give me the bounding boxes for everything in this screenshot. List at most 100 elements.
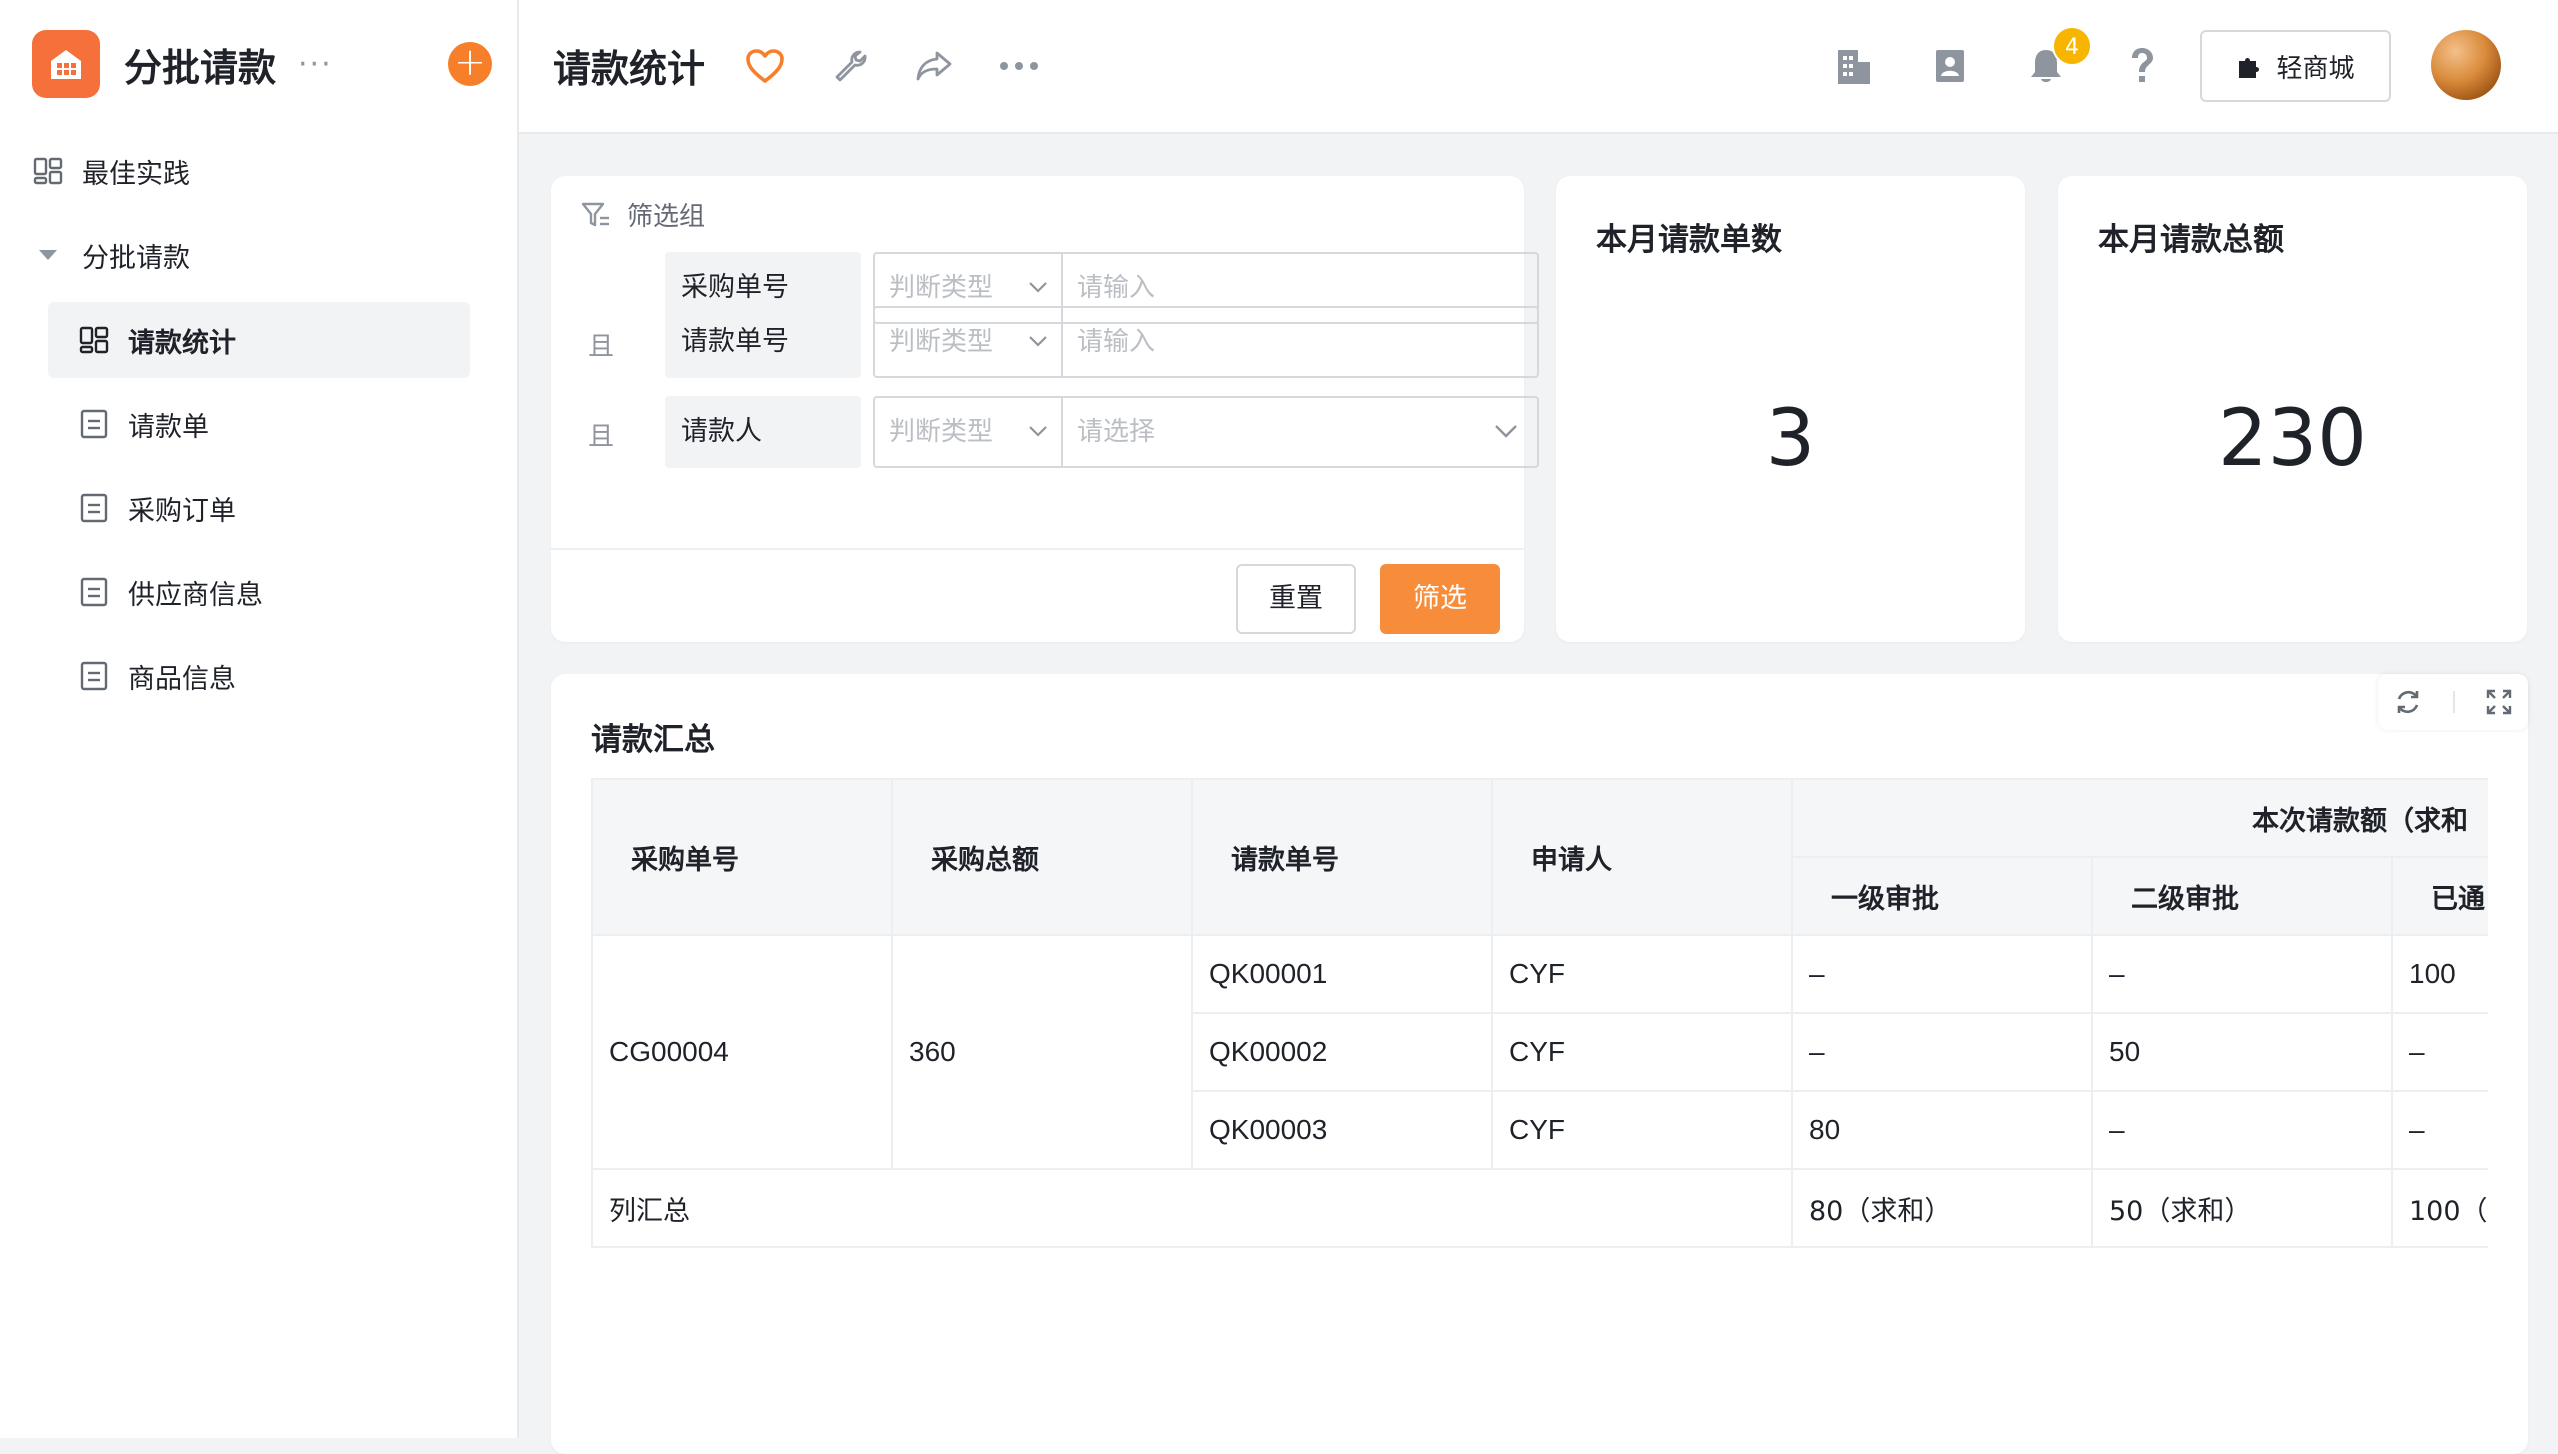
judge-type-select[interactable]: 判断类型: [873, 396, 1063, 468]
stat-value: 230: [2218, 394, 2367, 484]
stat-card-monthly-count: 本月请款单数 3: [1556, 176, 2025, 642]
cell-level2: –: [2091, 1090, 2393, 1170]
cell-passed: 100: [2390, 934, 2488, 1014]
form-icon: [78, 408, 110, 440]
filter-conj: 且: [587, 332, 614, 362]
cell-passed: –: [2390, 1012, 2488, 1092]
contacts-icon[interactable]: [1928, 44, 1972, 88]
col-header-passed[interactable]: 已通: [2390, 856, 2488, 936]
filter-divider: [551, 548, 1524, 550]
table-row: CG00004 360 QK00001 CYF – – 100: [591, 934, 2488, 1170]
chevron-down-icon: [1029, 426, 1047, 437]
summary-table: 采购单号 采购总额 请款单号 申请人 本次请款额（求和 一级审批 二级审批 已通…: [591, 778, 2488, 1248]
summary-card: 请款汇总 采购单号 采购总额 请款单号 申请人 本次请款额（求和 一级审批 二级…: [551, 674, 2528, 1454]
stat-title: 本月请款单数: [1596, 222, 1782, 258]
light-mall-label: 轻商城: [2276, 53, 2355, 84]
app-header: 分批请款 ··· +: [32, 28, 492, 100]
form-icon: [78, 576, 110, 608]
stat-title: 本月请款总额: [2098, 222, 2284, 258]
cell-req-no: QK00003: [1191, 1090, 1493, 1170]
sidebar-item-purchase-order[interactable]: 采购订单: [78, 470, 470, 546]
filter-field: 请款人: [665, 396, 861, 468]
sidebar-item-label: 最佳实践: [82, 158, 190, 190]
sidebar-group-batch-request[interactable]: 分批请款: [32, 217, 472, 293]
chevron-down-icon: [1029, 282, 1047, 293]
sidebar-item-best-practice[interactable]: 最佳实践: [32, 133, 472, 209]
caret-down-icon: [32, 239, 64, 271]
cell-req-no: QK00002: [1191, 1012, 1493, 1092]
filter-value-select[interactable]: 请选择: [1061, 396, 1539, 468]
reset-button[interactable]: 重置: [1236, 564, 1356, 634]
more-icon[interactable]: [997, 44, 1041, 88]
form-icon: [78, 492, 110, 524]
filter-row: 且 请款单号 判断类型 请输入: [581, 306, 1539, 378]
user-avatar[interactable]: [2431, 30, 2501, 100]
app-name: 分批请款: [124, 45, 277, 90]
cell-po-total: 360: [891, 934, 1193, 1170]
cell-po-no: CG00004: [591, 934, 893, 1170]
sidebar-item-label: 分批请款: [82, 242, 190, 274]
refresh-icon[interactable]: [2393, 687, 2423, 717]
card-toolbar: [2378, 674, 2528, 730]
sidebar-item-product-info[interactable]: 商品信息: [78, 638, 470, 714]
col-header-applicant[interactable]: 申请人: [1491, 778, 1793, 936]
summary-table-wrap: 采购单号 采购总额 请款单号 申请人 本次请款额（求和 一级审批 二级审批 已通…: [591, 778, 2488, 1254]
filter-value-input[interactable]: 请输入: [1061, 306, 1539, 378]
building-icon[interactable]: [1832, 44, 1876, 88]
fullscreen-icon[interactable]: [2485, 688, 2513, 716]
cell-applicant: CYF: [1491, 934, 1793, 1014]
add-icon[interactable]: +: [448, 42, 492, 86]
col-header-level2[interactable]: 二级审批: [2091, 856, 2393, 936]
favorite-heart-icon[interactable]: [743, 44, 787, 88]
top-bar: 请款统计 4 轻商城: [519, 0, 2558, 134]
notification-badge: 4: [2052, 26, 2092, 66]
col-header-group[interactable]: 本次请款额（求和: [1790, 778, 2488, 858]
dashboard-icon: [32, 155, 64, 187]
filter-card: 筛选组 采购单号 判断类型 请输入 且 请款单号 判断类型 请输入 且 请款人 …: [551, 176, 1539, 642]
app-logo-icon[interactable]: [32, 30, 100, 98]
filter-group-label: 筛选组: [581, 196, 705, 233]
filter-field: 请款单号: [665, 306, 861, 378]
stat-value: 3: [1765, 394, 1816, 484]
cell-level2: 50: [2091, 1012, 2393, 1092]
toolbar-separator: [2453, 691, 2455, 713]
cell-total-level2: 50（求和）: [2091, 1168, 2393, 1248]
col-header-po-total[interactable]: 采购总额: [891, 778, 1193, 936]
cell-total-level1: 80（求和）: [1791, 1168, 2093, 1248]
sidebar-item-label: 供应商信息: [128, 579, 263, 611]
cell-applicant: CYF: [1491, 1012, 1793, 1092]
dashboard-icon: [78, 324, 110, 356]
share-icon[interactable]: [912, 44, 956, 88]
help-icon[interactable]: [2120, 44, 2164, 88]
col-header-po-no[interactable]: 采购单号: [591, 778, 893, 936]
form-icon: [78, 660, 110, 692]
page-title: 请款统计: [553, 47, 706, 91]
cell-level2: –: [2091, 934, 2393, 1014]
sidebar-item-label: 请款单: [128, 411, 209, 443]
sidebar-item-request-stats[interactable]: 请款统计: [48, 302, 470, 378]
chevron-down-icon: [1029, 336, 1047, 347]
cell-total-label: 列汇总: [591, 1168, 1793, 1248]
puzzle-icon: [2236, 52, 2264, 80]
cell-applicant: CYF: [1491, 1090, 1793, 1170]
cell-level1: –: [1791, 1012, 2093, 1092]
filter-icon: [581, 202, 609, 226]
col-header-level1[interactable]: 一级审批: [1791, 856, 2093, 936]
filter-row: 且 请款人 判断类型 请选择: [581, 396, 1539, 468]
sidebar-item-request-form[interactable]: 请款单: [78, 386, 470, 462]
sidebar-item-supplier-info[interactable]: 供应商信息: [78, 554, 470, 630]
filter-conj: 且: [587, 422, 614, 452]
wrench-icon[interactable]: [828, 44, 872, 88]
judge-type-select[interactable]: 判断类型: [873, 306, 1063, 378]
stat-card-monthly-total: 本月请款总额 230: [2058, 176, 2527, 642]
sidebar: 分批请款 ··· + 最佳实践 分批请款 请款统计 请款单 采购订单 供应商信息…: [0, 0, 519, 1438]
light-mall-button[interactable]: 轻商城: [2200, 30, 2391, 102]
app-more-icon[interactable]: ···: [298, 47, 333, 82]
sidebar-item-label: 商品信息: [128, 663, 236, 695]
filter-button[interactable]: 筛选: [1380, 564, 1500, 634]
table-total-row: 列汇总 80（求和） 50（求和） 100（: [591, 1168, 2488, 1248]
cell-level1: 80: [1791, 1090, 2093, 1170]
sidebar-item-label: 请款统计: [128, 327, 236, 359]
cell-level1: –: [1791, 934, 2093, 1014]
col-header-req-no[interactable]: 请款单号: [1191, 778, 1493, 936]
